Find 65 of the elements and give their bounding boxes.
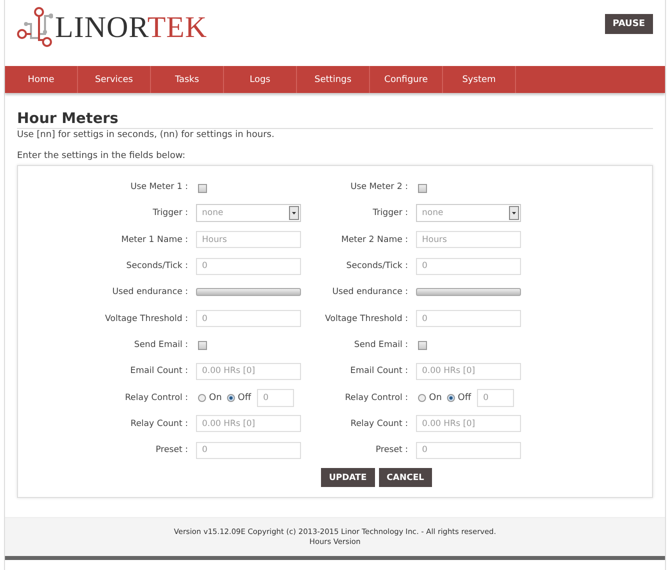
field-label: Use Meter 2 :	[349, 182, 408, 192]
input-field[interactable]: 0	[196, 258, 301, 275]
input-field[interactable]: 0	[196, 310, 301, 328]
nav-item[interactable]: Logs	[224, 66, 297, 93]
field-label: Meter 1 Name :	[120, 234, 188, 245]
field-label: Trigger :	[372, 208, 408, 218]
field-label: Preset :	[154, 445, 188, 456]
input-field[interactable]: Hours	[416, 231, 521, 248]
page-title: Hour Meters	[17, 111, 653, 129]
nav-item[interactable]: Services	[78, 66, 151, 93]
field-label: Email Count :	[349, 366, 408, 376]
logo-text: LINORTEK	[55, 11, 208, 45]
input-field[interactable]: 0	[416, 310, 521, 328]
field-label: Email Count :	[129, 366, 188, 376]
nav-item[interactable]: Settings	[297, 66, 370, 93]
radio-button[interactable]	[198, 394, 206, 402]
input-field[interactable]: 0.00 HRs [0]	[416, 415, 521, 432]
dropdown-field[interactable]: none	[416, 204, 521, 222]
field-label: Used endurance :	[331, 287, 408, 298]
input-field[interactable]: 0.00 HRs [0]	[196, 362, 301, 380]
field-label: Voltage Threshold :	[104, 314, 188, 324]
input-field[interactable]: 0	[416, 442, 521, 459]
checkbox[interactable]	[418, 341, 427, 350]
field-label: Relay Control :	[344, 392, 408, 403]
field-label: Send Email :	[353, 340, 408, 350]
nav-item[interactable]: System	[443, 66, 516, 93]
input-field[interactable]: 0	[257, 388, 294, 407]
radio-label: On	[429, 392, 442, 403]
field-label: Used endurance :	[111, 287, 188, 298]
input-field[interactable]: Hours	[196, 231, 301, 248]
hint-text: Use [nn] for settigs in seconds, (nn) for settings in hours.	[17, 130, 276, 140]
nav-item[interactable]: Configure	[370, 66, 443, 93]
cancel-button[interactable]: CANCEL	[378, 468, 432, 488]
field-label: Meter 2 Name :	[340, 234, 408, 245]
checkbox[interactable]	[198, 341, 207, 350]
input-field[interactable]: 0.00 HRs [0]	[416, 362, 521, 380]
field-label: Relay Count :	[130, 418, 188, 429]
logo-icon	[17, 6, 53, 48]
checkbox[interactable]	[198, 184, 207, 193]
input-field[interactable]: 0.00 HRs [0]	[196, 415, 301, 432]
field-label: Use Meter 1 :	[129, 182, 188, 192]
field-label: Relay Count :	[350, 418, 408, 429]
radio-button[interactable]	[446, 394, 455, 402]
radio-button[interactable]	[226, 394, 235, 402]
nav-item[interactable]: Home	[5, 66, 78, 93]
field-label: Preset :	[374, 445, 408, 456]
radio-label: On	[209, 392, 222, 403]
pause-button[interactable]: PAUSE	[604, 14, 653, 34]
field-label: Trigger :	[152, 208, 188, 218]
field-label: Relay Control :	[124, 392, 188, 403]
field-label: Send Email :	[133, 340, 188, 350]
field-label: Seconds/Tick :	[345, 261, 408, 272]
input-field[interactable]: 0	[477, 388, 514, 407]
radio-label: Off	[238, 392, 252, 403]
update-button[interactable]: UPDATE	[320, 468, 375, 488]
nav-item[interactable]: Tasks	[151, 66, 224, 93]
instruction-text: Enter the settings in the fields below:	[17, 151, 186, 161]
dropdown-field[interactable]: none	[196, 204, 301, 222]
checkbox[interactable]	[418, 184, 427, 193]
field-label: Voltage Threshold :	[324, 314, 408, 324]
input-field[interactable]: 0	[416, 258, 521, 275]
input-field[interactable]: 0	[196, 442, 301, 459]
radio-button[interactable]	[418, 394, 426, 402]
radio-label: Off	[458, 392, 472, 403]
field-label: Seconds/Tick :	[125, 261, 188, 272]
